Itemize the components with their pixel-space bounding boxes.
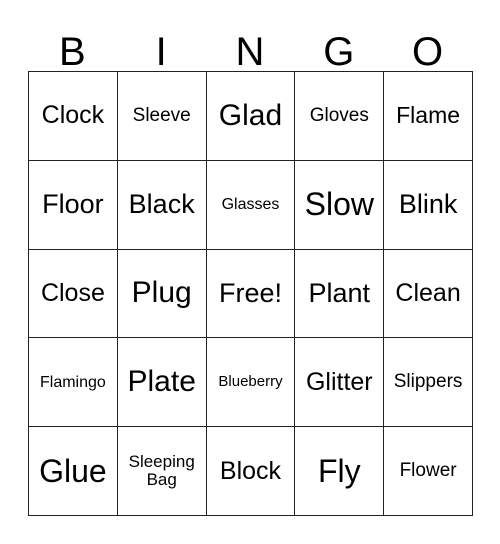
bingo-cell[interactable]: Plate (117, 338, 207, 428)
bingo-header-letter: O (412, 30, 444, 74)
bingo-cell[interactable]: Plant (295, 249, 385, 339)
bingo-row: Glue Sleeping Bag Block Fly Flower (29, 427, 473, 516)
bingo-header-cell-o: O (383, 18, 472, 74)
bingo-cell-label: Blueberry (218, 373, 283, 391)
bingo-cell-label: Floor (42, 189, 104, 220)
bingo-cell[interactable]: Clock (29, 72, 118, 161)
bingo-header-cell-n: N (206, 18, 295, 74)
bingo-cell[interactable]: Flame (384, 72, 473, 161)
bingo-cell[interactable]: Fly (295, 427, 385, 516)
bingo-cell[interactable]: Flamingo (29, 338, 118, 428)
bingo-cell-label: Close (40, 278, 105, 307)
bingo-cell-label: Clean (395, 278, 461, 307)
bingo-cell[interactable]: Glitter (295, 338, 385, 428)
bingo-row: Floor Black Glasses Slow Blink (29, 160, 473, 250)
bingo-cell-label: Free! (218, 277, 282, 308)
bingo-cell-label: Sleeve (132, 104, 191, 126)
bingo-card: B I N G O Clock Sleeve Glad Gloves Flame… (28, 18, 473, 516)
bingo-cell[interactable]: Black (117, 160, 207, 250)
bingo-cell-label: Sleeping Bag (128, 451, 195, 490)
bingo-cell-label: Glitter (305, 367, 373, 396)
bingo-header-letter: I (155, 30, 167, 74)
bingo-cell-label: Glue (39, 452, 107, 489)
bingo-cell-label: Gloves (309, 104, 369, 126)
bingo-row: Flamingo Plate Blueberry Glitter Slipper… (29, 338, 473, 428)
bingo-cell[interactable]: Floor (29, 160, 118, 250)
bingo-row: Close Plug Free! Plant Clean (29, 249, 473, 339)
bingo-cell-label: Glasses (221, 196, 280, 214)
bingo-header-cell-b: B (28, 18, 117, 74)
bingo-cell[interactable]: Slippers (384, 338, 473, 428)
bingo-cell[interactable]: Glad (206, 72, 296, 161)
bingo-cell[interactable]: Sleeping Bag (117, 427, 207, 516)
bingo-cell-label: Block (219, 456, 282, 485)
bingo-header-letter: N (235, 30, 265, 74)
bingo-cell-label: Plant (308, 277, 371, 308)
bingo-cell-label: Plug (131, 276, 192, 310)
bingo-header-letter: G (323, 30, 355, 74)
bingo-cell-label: Slow (304, 186, 374, 223)
bingo-cell[interactable]: Gloves (295, 72, 385, 161)
bingo-header-letter: B (59, 30, 86, 74)
bingo-cell-label: Fly (317, 452, 361, 489)
bingo-cell[interactable]: Blueberry (206, 338, 296, 428)
bingo-cell-label: Flamingo (39, 373, 106, 391)
bingo-cell[interactable]: Glasses (206, 160, 296, 250)
bingo-cell-free[interactable]: Free! (206, 249, 296, 339)
bingo-cell-label: Blink (398, 189, 458, 220)
bingo-header-cell-i: I (117, 18, 206, 74)
bingo-row: Clock Sleeve Glad Gloves Flame (29, 72, 473, 161)
bingo-header-row: B I N G O (28, 18, 472, 74)
bingo-cell[interactable]: Block (206, 427, 296, 516)
bingo-header-cell-g: G (294, 18, 383, 74)
bingo-cell[interactable]: Blink (384, 160, 473, 250)
bingo-cell-label: Plate (127, 365, 196, 399)
bingo-cell-label: Glad (218, 98, 283, 132)
bingo-cell-label: Flower (399, 459, 457, 481)
bingo-cell[interactable]: Close (29, 249, 118, 339)
bingo-cell[interactable]: Slow (295, 160, 385, 250)
bingo-grid: Clock Sleeve Glad Gloves Flame Floor Bla… (28, 71, 473, 516)
bingo-cell-label: Slippers (393, 371, 463, 393)
bingo-cell[interactable]: Clean (384, 249, 473, 339)
bingo-cell[interactable]: Plug (117, 249, 207, 339)
bingo-cell[interactable]: Flower (384, 427, 473, 516)
bingo-cell-label: Black (128, 189, 195, 220)
bingo-cell[interactable]: Sleeve (117, 72, 207, 161)
bingo-cell[interactable]: Glue (29, 427, 118, 516)
bingo-cell-label: Flame (396, 102, 461, 129)
bingo-cell-label: Clock (41, 101, 105, 130)
